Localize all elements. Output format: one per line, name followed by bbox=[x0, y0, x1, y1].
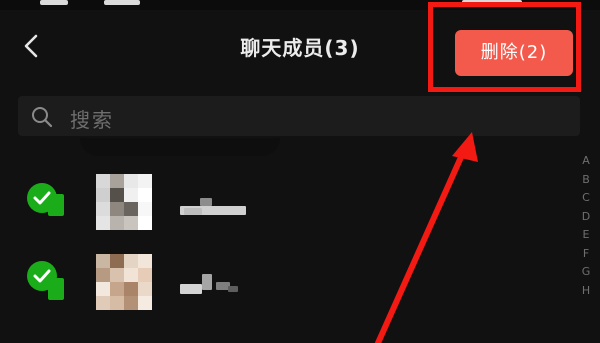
member-row[interactable] bbox=[0, 168, 560, 238]
alphabet-index-bar[interactable]: A B C D E F G H bbox=[578, 152, 594, 300]
check-selected-icon[interactable] bbox=[26, 182, 70, 222]
status-bar-fragment bbox=[104, 0, 140, 5]
search-icon bbox=[32, 107, 53, 128]
index-letter[interactable]: D bbox=[578, 208, 594, 227]
index-letter[interactable]: A bbox=[578, 152, 594, 171]
search-bar[interactable]: 搜索 bbox=[18, 96, 580, 136]
member-row[interactable] bbox=[0, 248, 560, 318]
index-letter[interactable]: E bbox=[578, 226, 594, 245]
index-letter[interactable]: B bbox=[578, 171, 594, 190]
annotation-highlight-box bbox=[428, 2, 581, 92]
member-name bbox=[180, 270, 240, 294]
check-selected-icon[interactable] bbox=[26, 260, 70, 300]
status-bar-fragment bbox=[40, 0, 68, 5]
index-letter[interactable]: H bbox=[578, 282, 594, 301]
index-letter[interactable]: F bbox=[578, 245, 594, 264]
avatar bbox=[96, 174, 152, 230]
index-letter[interactable]: C bbox=[578, 189, 594, 208]
index-letter[interactable]: G bbox=[578, 263, 594, 282]
avatar bbox=[96, 254, 152, 310]
search-dropdown-shadow bbox=[80, 138, 280, 156]
member-name bbox=[180, 198, 250, 218]
search-input[interactable]: 搜索 bbox=[70, 104, 114, 133]
